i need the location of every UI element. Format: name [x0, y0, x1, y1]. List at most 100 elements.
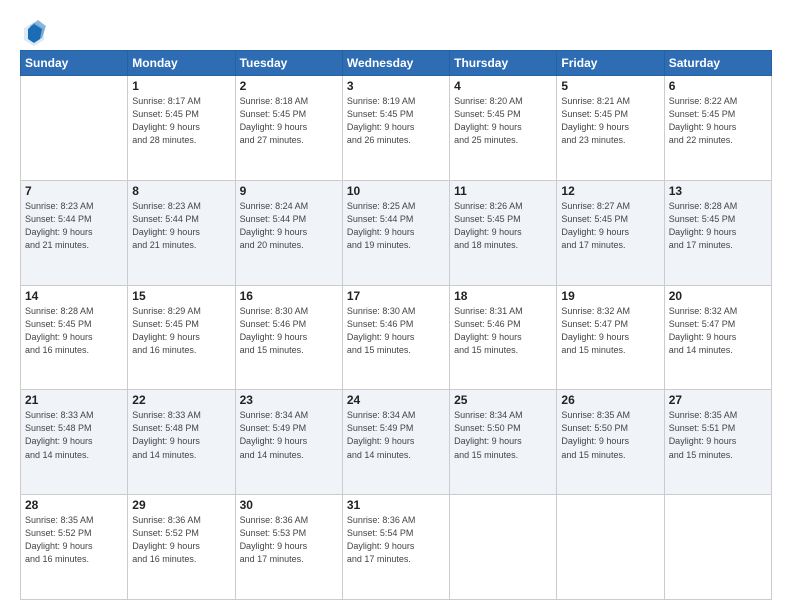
day-info: Sunrise: 8:36 AMSunset: 5:54 PMDaylight:…: [347, 514, 445, 566]
day-info: Sunrise: 8:23 AMSunset: 5:44 PMDaylight:…: [132, 200, 230, 252]
day-info: Sunrise: 8:23 AMSunset: 5:44 PMDaylight:…: [25, 200, 123, 252]
calendar-cell: 16 Sunrise: 8:30 AMSunset: 5:46 PMDayligh…: [235, 285, 342, 390]
day-info: Sunrise: 8:35 AMSunset: 5:51 PMDaylight:…: [669, 409, 767, 461]
calendar-week-row: 21Sunrise: 8:33 AMSunset: 5:48 PMDayligh…: [21, 390, 772, 495]
calendar-week-row: 14 Sunrise: 8:28 AMSunset: 5:45 PMDayligh…: [21, 285, 772, 390]
day-number: 16: [240, 289, 338, 303]
day-info: Sunrise: 8:34 AMSunset: 5:49 PMDaylight:…: [240, 409, 338, 461]
day-number: 14: [25, 289, 123, 303]
calendar-header-monday: Monday: [128, 51, 235, 76]
day-info: Sunrise: 8:22 AMSunset: 5:45 PMDaylight:…: [669, 95, 767, 147]
calendar-cell: 26 Sunrise: 8:35 AMSunset: 5:50 PMDayligh…: [557, 390, 664, 495]
day-info: Sunrise: 8:30 AMSunset: 5:46 PMDaylight:…: [347, 305, 445, 357]
day-info: Sunrise: 8:18 AMSunset: 5:45 PMDaylight:…: [240, 95, 338, 147]
day-number: 9: [240, 184, 338, 198]
calendar-cell: 28 Sunrise: 8:35 AMSunset: 5:52 PMDayligh…: [21, 495, 128, 600]
day-number: 31: [347, 498, 445, 512]
day-number: 4: [454, 79, 552, 93]
day-number: 28: [25, 498, 123, 512]
day-number: 19: [561, 289, 659, 303]
day-number: 2: [240, 79, 338, 93]
calendar-cell: 17 Sunrise: 8:30 AMSunset: 5:46 PMDayligh…: [342, 285, 449, 390]
calendar-cell: 7Sunrise: 8:23 AMSunset: 5:44 PMDaylight…: [21, 180, 128, 285]
day-info: Sunrise: 8:32 AMSunset: 5:47 PMDaylight:…: [669, 305, 767, 357]
day-info: Sunrise: 8:31 AMSunset: 5:46 PMDaylight:…: [454, 305, 552, 357]
calendar-cell: 18 Sunrise: 8:31 AMSunset: 5:46 PMDayligh…: [450, 285, 557, 390]
calendar-cell: 30 Sunrise: 8:36 AMSunset: 5:53 PMDayligh…: [235, 495, 342, 600]
calendar-cell: 14 Sunrise: 8:28 AMSunset: 5:45 PMDayligh…: [21, 285, 128, 390]
calendar-cell: 8 Sunrise: 8:23 AMSunset: 5:44 PMDaylight…: [128, 180, 235, 285]
day-number: 30: [240, 498, 338, 512]
day-info: Sunrise: 8:25 AMSunset: 5:44 PMDaylight:…: [347, 200, 445, 252]
calendar-week-row: 1 Sunrise: 8:17 AMSunset: 5:45 PMDaylight…: [21, 76, 772, 181]
day-number: 1: [132, 79, 230, 93]
calendar-header-tuesday: Tuesday: [235, 51, 342, 76]
calendar-cell: [450, 495, 557, 600]
calendar-cell: 13Sunrise: 8:28 AMSunset: 5:45 PMDayligh…: [664, 180, 771, 285]
day-info: Sunrise: 8:34 AMSunset: 5:50 PMDaylight:…: [454, 409, 552, 461]
calendar-cell: 4 Sunrise: 8:20 AMSunset: 5:45 PMDaylight…: [450, 76, 557, 181]
day-info: Sunrise: 8:36 AMSunset: 5:52 PMDaylight:…: [132, 514, 230, 566]
day-info: Sunrise: 8:29 AMSunset: 5:45 PMDaylight:…: [132, 305, 230, 357]
day-number: 22: [132, 393, 230, 407]
day-number: 20: [669, 289, 767, 303]
day-info: Sunrise: 8:17 AMSunset: 5:45 PMDaylight:…: [132, 95, 230, 147]
logo-icon: [20, 18, 48, 46]
day-info: Sunrise: 8:24 AMSunset: 5:44 PMDaylight:…: [240, 200, 338, 252]
day-number: 15: [132, 289, 230, 303]
day-number: 8: [132, 184, 230, 198]
calendar-cell: 19 Sunrise: 8:32 AMSunset: 5:47 PMDayligh…: [557, 285, 664, 390]
day-info: Sunrise: 8:35 AMSunset: 5:52 PMDaylight:…: [25, 514, 123, 566]
calendar-cell: 21Sunrise: 8:33 AMSunset: 5:48 PMDayligh…: [21, 390, 128, 495]
day-info: Sunrise: 8:19 AMSunset: 5:45 PMDaylight:…: [347, 95, 445, 147]
day-info: Sunrise: 8:26 AMSunset: 5:45 PMDaylight:…: [454, 200, 552, 252]
day-number: 26: [561, 393, 659, 407]
day-number: 12: [561, 184, 659, 198]
calendar-week-row: 7Sunrise: 8:23 AMSunset: 5:44 PMDaylight…: [21, 180, 772, 285]
day-info: Sunrise: 8:21 AMSunset: 5:45 PMDaylight:…: [561, 95, 659, 147]
day-info: Sunrise: 8:30 AMSunset: 5:46 PMDaylight:…: [240, 305, 338, 357]
day-number: 3: [347, 79, 445, 93]
calendar-header-thursday: Thursday: [450, 51, 557, 76]
header: [20, 18, 772, 46]
calendar-cell: 10 Sunrise: 8:25 AMSunset: 5:44 PMDayligh…: [342, 180, 449, 285]
calendar-header-wednesday: Wednesday: [342, 51, 449, 76]
day-number: 27: [669, 393, 767, 407]
calendar-cell: 24 Sunrise: 8:34 AMSunset: 5:49 PMDayligh…: [342, 390, 449, 495]
day-number: 17: [347, 289, 445, 303]
day-info: Sunrise: 8:20 AMSunset: 5:45 PMDaylight:…: [454, 95, 552, 147]
day-info: Sunrise: 8:28 AMSunset: 5:45 PMDaylight:…: [669, 200, 767, 252]
calendar-cell: 29Sunrise: 8:36 AMSunset: 5:52 PMDayligh…: [128, 495, 235, 600]
calendar-table: SundayMondayTuesdayWednesdayThursdayFrid…: [20, 50, 772, 600]
calendar-cell: 31 Sunrise: 8:36 AMSunset: 5:54 PMDayligh…: [342, 495, 449, 600]
calendar-cell: 11Sunrise: 8:26 AMSunset: 5:45 PMDayligh…: [450, 180, 557, 285]
day-info: Sunrise: 8:33 AMSunset: 5:48 PMDaylight:…: [132, 409, 230, 461]
calendar-cell: 20 Sunrise: 8:32 AMSunset: 5:47 PMDayligh…: [664, 285, 771, 390]
day-info: Sunrise: 8:28 AMSunset: 5:45 PMDaylight:…: [25, 305, 123, 357]
calendar-cell: 3 Sunrise: 8:19 AMSunset: 5:45 PMDaylight…: [342, 76, 449, 181]
day-info: Sunrise: 8:33 AMSunset: 5:48 PMDaylight:…: [25, 409, 123, 461]
day-info: Sunrise: 8:34 AMSunset: 5:49 PMDaylight:…: [347, 409, 445, 461]
calendar-cell: 15 Sunrise: 8:29 AMSunset: 5:45 PMDayligh…: [128, 285, 235, 390]
calendar-cell: [557, 495, 664, 600]
day-info: Sunrise: 8:36 AMSunset: 5:53 PMDaylight:…: [240, 514, 338, 566]
day-info: Sunrise: 8:35 AMSunset: 5:50 PMDaylight:…: [561, 409, 659, 461]
page: SundayMondayTuesdayWednesdayThursdayFrid…: [0, 0, 792, 612]
day-info: Sunrise: 8:32 AMSunset: 5:47 PMDaylight:…: [561, 305, 659, 357]
calendar-header-sunday: Sunday: [21, 51, 128, 76]
day-number: 5: [561, 79, 659, 93]
calendar-header-row: SundayMondayTuesdayWednesdayThursdayFrid…: [21, 51, 772, 76]
day-number: 18: [454, 289, 552, 303]
day-info: Sunrise: 8:27 AMSunset: 5:45 PMDaylight:…: [561, 200, 659, 252]
day-number: 25: [454, 393, 552, 407]
day-number: 6: [669, 79, 767, 93]
logo: [20, 18, 52, 46]
day-number: 10: [347, 184, 445, 198]
calendar-cell: 12 Sunrise: 8:27 AMSunset: 5:45 PMDayligh…: [557, 180, 664, 285]
day-number: 24: [347, 393, 445, 407]
calendar-cell: 6 Sunrise: 8:22 AMSunset: 5:45 PMDaylight…: [664, 76, 771, 181]
calendar-cell: 1 Sunrise: 8:17 AMSunset: 5:45 PMDaylight…: [128, 76, 235, 181]
calendar-cell: 2 Sunrise: 8:18 AMSunset: 5:45 PMDaylight…: [235, 76, 342, 181]
calendar-header-friday: Friday: [557, 51, 664, 76]
calendar-cell: 22 Sunrise: 8:33 AMSunset: 5:48 PMDayligh…: [128, 390, 235, 495]
